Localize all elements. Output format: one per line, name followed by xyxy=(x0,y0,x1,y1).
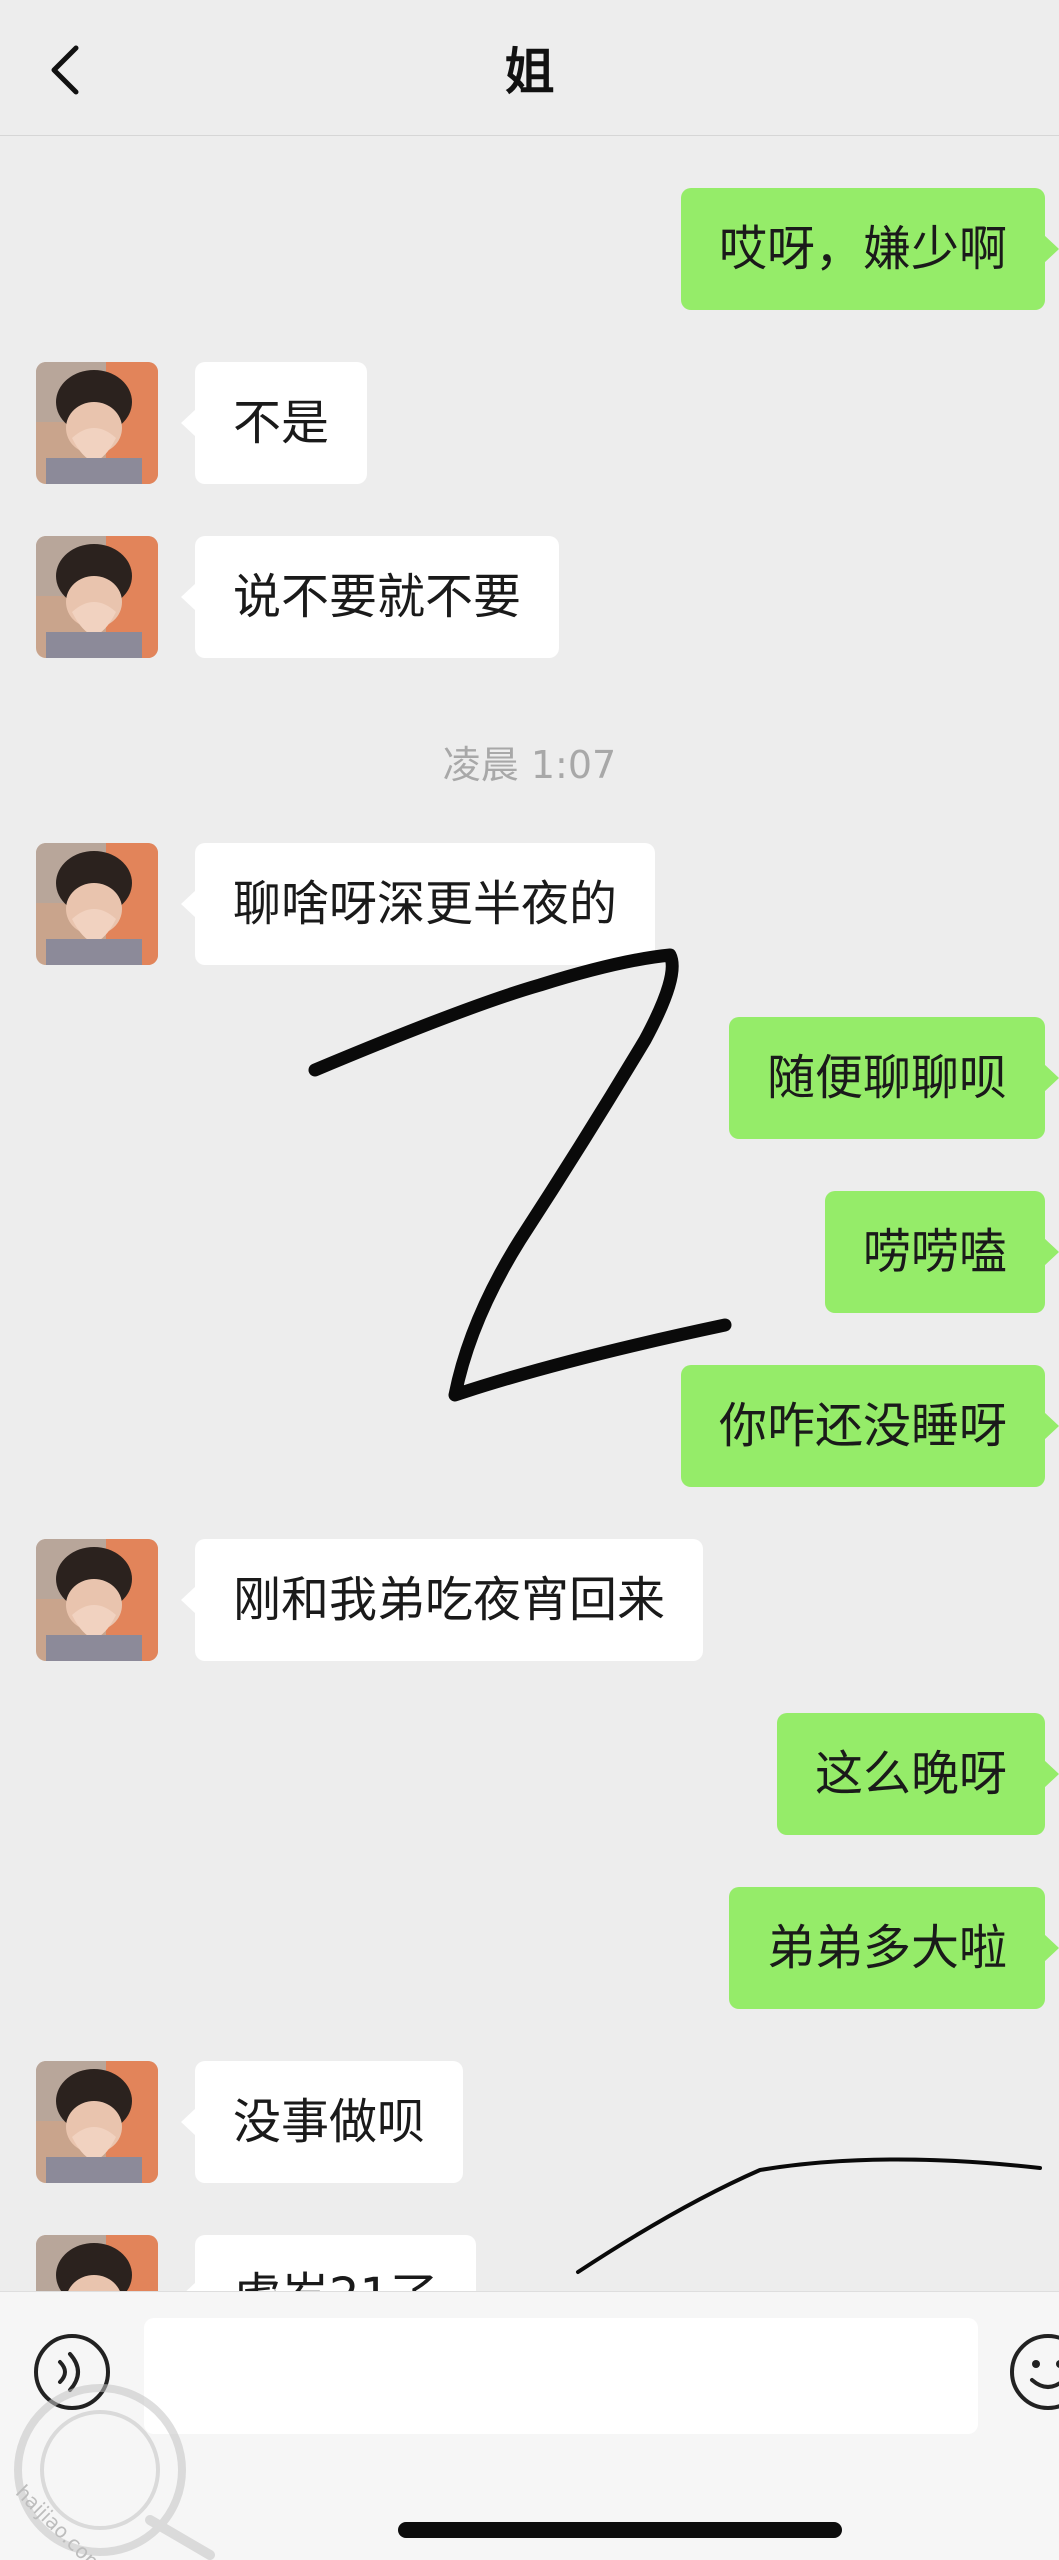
outgoing-message-bubble[interactable]: 哎呀，嫌少啊 xyxy=(680,188,1059,310)
message-row: 你咋还没睡呀 xyxy=(0,1365,1059,1487)
chat-message-list[interactable]: 哎呀，嫌少啊 不是 说不要就不要 凌晨 1:07 聊啥呀深更半夜的 随便聊聊呗 … xyxy=(0,136,1059,2291)
contact-avatar[interactable] xyxy=(36,1539,158,1661)
contact-avatar[interactable] xyxy=(36,362,158,484)
message-row: 弟弟多大啦 xyxy=(0,1887,1059,2009)
outgoing-message-bubble[interactable]: 随便聊聊呗 xyxy=(728,1017,1059,1139)
message-row: 说不要就不要 xyxy=(0,536,1059,658)
message-row: 聊啥呀深更半夜的 xyxy=(0,843,1059,965)
chat-title: 姐 xyxy=(504,43,555,101)
outgoing-message-bubble[interactable]: 弟弟多大啦 xyxy=(728,1887,1059,2009)
message-row: 唠唠嗑 xyxy=(0,1191,1059,1313)
contact-avatar[interactable] xyxy=(36,843,158,965)
navigation-bar: 姐 xyxy=(0,0,1059,136)
message-timestamp: 凌晨 1:07 xyxy=(442,743,617,787)
home-indicator[interactable] xyxy=(398,2522,842,2538)
incoming-message-bubble[interactable]: 说不要就不要 xyxy=(180,536,560,658)
outgoing-message-bubble[interactable]: 这么晚呀 xyxy=(776,1713,1059,1835)
message-row: 随便聊聊呗 xyxy=(0,1017,1059,1139)
message-text-input[interactable] xyxy=(144,2318,978,2434)
outgoing-message-bubble[interactable]: 你咋还没睡呀 xyxy=(680,1365,1059,1487)
contact-avatar[interactable] xyxy=(36,2235,158,2291)
message-row: 虚岁21了 xyxy=(0,2235,1059,2291)
message-row: 不是 xyxy=(0,362,1059,484)
incoming-message-bubble[interactable]: 没事做呗 xyxy=(180,2061,464,2183)
contact-avatar[interactable] xyxy=(36,2061,158,2183)
contact-avatar[interactable] xyxy=(36,536,158,658)
emoji-button[interactable] xyxy=(1006,2330,1059,2414)
incoming-message-bubble[interactable]: 不是 xyxy=(180,362,368,484)
incoming-message-bubble[interactable]: 虚岁21了 xyxy=(180,2235,477,2291)
outgoing-message-bubble[interactable]: 唠唠嗑 xyxy=(824,1191,1059,1313)
emoji-icon xyxy=(1010,2334,1059,2410)
message-row: 这么晚呀 xyxy=(0,1713,1059,1835)
incoming-message-bubble[interactable]: 聊啥呀深更半夜的 xyxy=(180,843,656,965)
incoming-message-bubble[interactable]: 刚和我弟吃夜宵回来 xyxy=(180,1539,704,1661)
message-row: 刚和我弟吃夜宵回来 xyxy=(0,1539,1059,1661)
message-row: 没事做呗 xyxy=(0,2061,1059,2183)
watermark-logo xyxy=(14,2384,215,2560)
message-row: 哎呀，嫌少啊 xyxy=(0,188,1059,310)
